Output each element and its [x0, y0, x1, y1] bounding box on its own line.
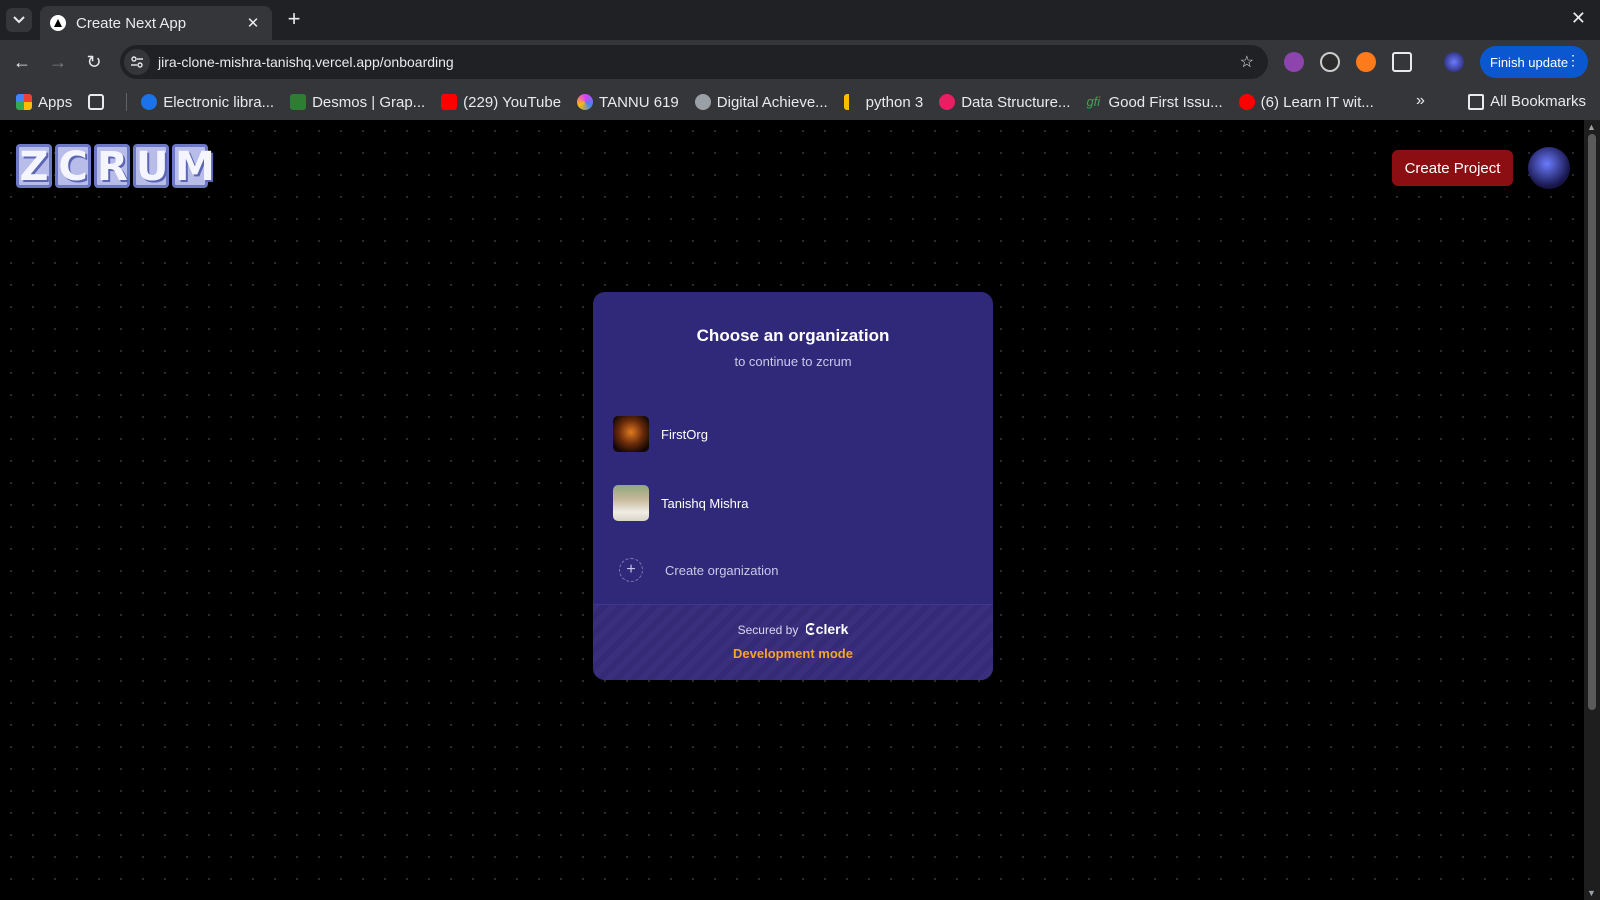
- folder-icon: [1468, 93, 1485, 110]
- bookmark-label: (6) Learn IT wit...: [1260, 93, 1374, 111]
- bookmark-item[interactable]: (6) Learn IT wit...: [1238, 93, 1374, 111]
- tab-title: Create Next App: [76, 14, 187, 32]
- youtube-icon: [1238, 94, 1255, 110]
- bookmark-item[interactable]: (229) YouTube: [441, 94, 561, 111]
- bookmark-label: Data Structure...: [961, 93, 1071, 111]
- clerk-icon: [804, 623, 815, 635]
- extension-icon[interactable]: [1320, 52, 1340, 72]
- bookmark-item[interactable]: Data Structure...: [939, 94, 1070, 111]
- tab-strip: Create Next App ✕ + ✕: [0, 0, 1600, 40]
- more-bookmarks-icon[interactable]: »: [1416, 92, 1425, 110]
- secured-by-clerk[interactable]: Secured by clerk: [593, 621, 993, 637]
- gfi-icon: gfi: [1086, 94, 1101, 109]
- apps-grid-icon: [16, 94, 32, 110]
- bookmark-apps[interactable]: Apps: [16, 94, 72, 111]
- bookmark-item[interactable]: TANNU 619: [577, 94, 679, 111]
- logo-letter: U: [133, 144, 169, 188]
- finish-update-label: Finish update: [1490, 54, 1569, 70]
- organization-item[interactable]: Tanishq Mishra: [613, 484, 973, 522]
- bookmark-label: (229) YouTube: [463, 93, 562, 111]
- reload-icon[interactable]: ↻: [82, 50, 106, 74]
- desmos-icon: [290, 94, 307, 110]
- profile-avatar[interactable]: [1444, 52, 1464, 72]
- bookmark-item[interactable]: Digital Achieve...: [694, 93, 828, 111]
- create-organization-button[interactable]: + Create organization: [619, 558, 778, 582]
- bookmark-star-icon[interactable]: ☆: [1240, 52, 1254, 72]
- bookmark-item[interactable]: Electronic libra...: [141, 94, 274, 111]
- create-project-button[interactable]: Create Project: [1392, 150, 1513, 186]
- bookmark-label: Desmos | Grap...: [312, 93, 426, 111]
- logo-letter: M: [172, 144, 215, 188]
- grid-icon: [88, 94, 105, 110]
- browser-tab[interactable]: Create Next App ✕: [40, 6, 272, 40]
- address-bar[interactable]: jira-clone-mishra-tanishq.vercel.app/onb…: [120, 45, 1268, 79]
- org-avatar: [613, 416, 649, 452]
- development-mode-label: Development mode: [733, 646, 853, 661]
- bookmark-label: Electronic libra...: [163, 93, 275, 111]
- create-project-label: Create Project: [1404, 159, 1501, 177]
- tab-search-button[interactable]: [6, 8, 32, 32]
- bookmark-label: Apps: [38, 93, 73, 111]
- bookmark-separator: [126, 93, 128, 111]
- bookmark-label: TANNU 619: [599, 93, 679, 111]
- organization-list-card: Choose an organization to continue to zc…: [593, 292, 993, 680]
- scrollbar-thumb[interactable]: [1588, 134, 1596, 710]
- browser-toolbar: ← → ↻ jira-clone-mishra-tanishq.vercel.a…: [0, 40, 1600, 84]
- all-bookmarks-button[interactable]: All Bookmarks: [1468, 93, 1586, 110]
- extension-icon[interactable]: [1356, 52, 1376, 72]
- scroll-down-icon[interactable]: ▼: [1587, 888, 1596, 898]
- org-avatar: [613, 485, 649, 521]
- globe-icon: [141, 94, 158, 110]
- zcrum-logo[interactable]: Z C R U M: [16, 144, 215, 188]
- bookmark-item[interactable]: gfi Good First Issu...: [1086, 94, 1222, 111]
- scroll-up-icon[interactable]: ▲: [1587, 122, 1596, 132]
- org-name: Tanishq Mishra: [661, 495, 749, 511]
- clerk-brand: clerk: [815, 621, 849, 637]
- extension-icon[interactable]: [1284, 52, 1304, 72]
- user-avatar[interactable]: [1528, 147, 1570, 189]
- tab-groups-button[interactable]: [88, 94, 110, 110]
- back-icon[interactable]: ←: [10, 50, 34, 74]
- bookmark-label: python 3: [865, 93, 924, 111]
- nextjs-favicon-icon: [50, 15, 66, 31]
- window-close-icon[interactable]: ✕: [1571, 8, 1586, 29]
- page-scrollbar[interactable]: ▲ ▼: [1584, 120, 1600, 900]
- logo-letter: C: [55, 144, 91, 188]
- badge-icon: [694, 94, 711, 110]
- card-title: Choose an organization: [696, 326, 890, 345]
- swirl-icon: [577, 94, 594, 110]
- site-info-icon[interactable]: [124, 49, 150, 75]
- card-subtitle: to continue to zcrum: [734, 354, 852, 369]
- bookmark-label: Digital Achieve...: [716, 93, 828, 111]
- bookmark-item[interactable]: Desmos | Grap...: [290, 94, 425, 111]
- page-viewport: Z C R U M Create Project Choose an organ…: [0, 120, 1584, 900]
- plus-icon: +: [619, 558, 643, 582]
- chevron-down-icon: [13, 16, 25, 24]
- url-text: jira-clone-mishra-tanishq.vercel.app/onb…: [158, 54, 454, 70]
- new-tab-button[interactable]: +: [282, 8, 306, 32]
- youtube-icon: [441, 94, 458, 110]
- forward-icon[interactable]: →: [46, 50, 70, 74]
- organization-item[interactable]: FirstOrg: [613, 415, 973, 453]
- logo-letter: Z: [16, 144, 52, 188]
- create-organization-label: Create organization: [665, 562, 779, 578]
- card-footer: Secured by clerk Development mode: [593, 604, 993, 680]
- puzzle-icon[interactable]: [1392, 52, 1412, 72]
- bookmark-item[interactable]: python 3: [843, 93, 924, 111]
- data-structures-icon: [939, 94, 956, 110]
- bars-icon: [843, 94, 860, 110]
- bookmarks-bar: Apps Electronic libra... Desmos | Grap..…: [0, 84, 1600, 120]
- secured-by-label: Secured by: [737, 623, 799, 637]
- more-vert-icon: ⋮: [1566, 52, 1580, 68]
- org-name: FirstOrg: [661, 426, 708, 442]
- bookmark-label: Good First Issu...: [1108, 93, 1223, 111]
- finish-update-button[interactable]: Finish update ⋮: [1480, 46, 1588, 78]
- tab-close-icon[interactable]: ✕: [244, 14, 262, 32]
- clerk-logo: clerk: [804, 621, 849, 637]
- logo-letter: R: [94, 144, 130, 188]
- all-bookmarks-label: All Bookmarks: [1490, 93, 1586, 110]
